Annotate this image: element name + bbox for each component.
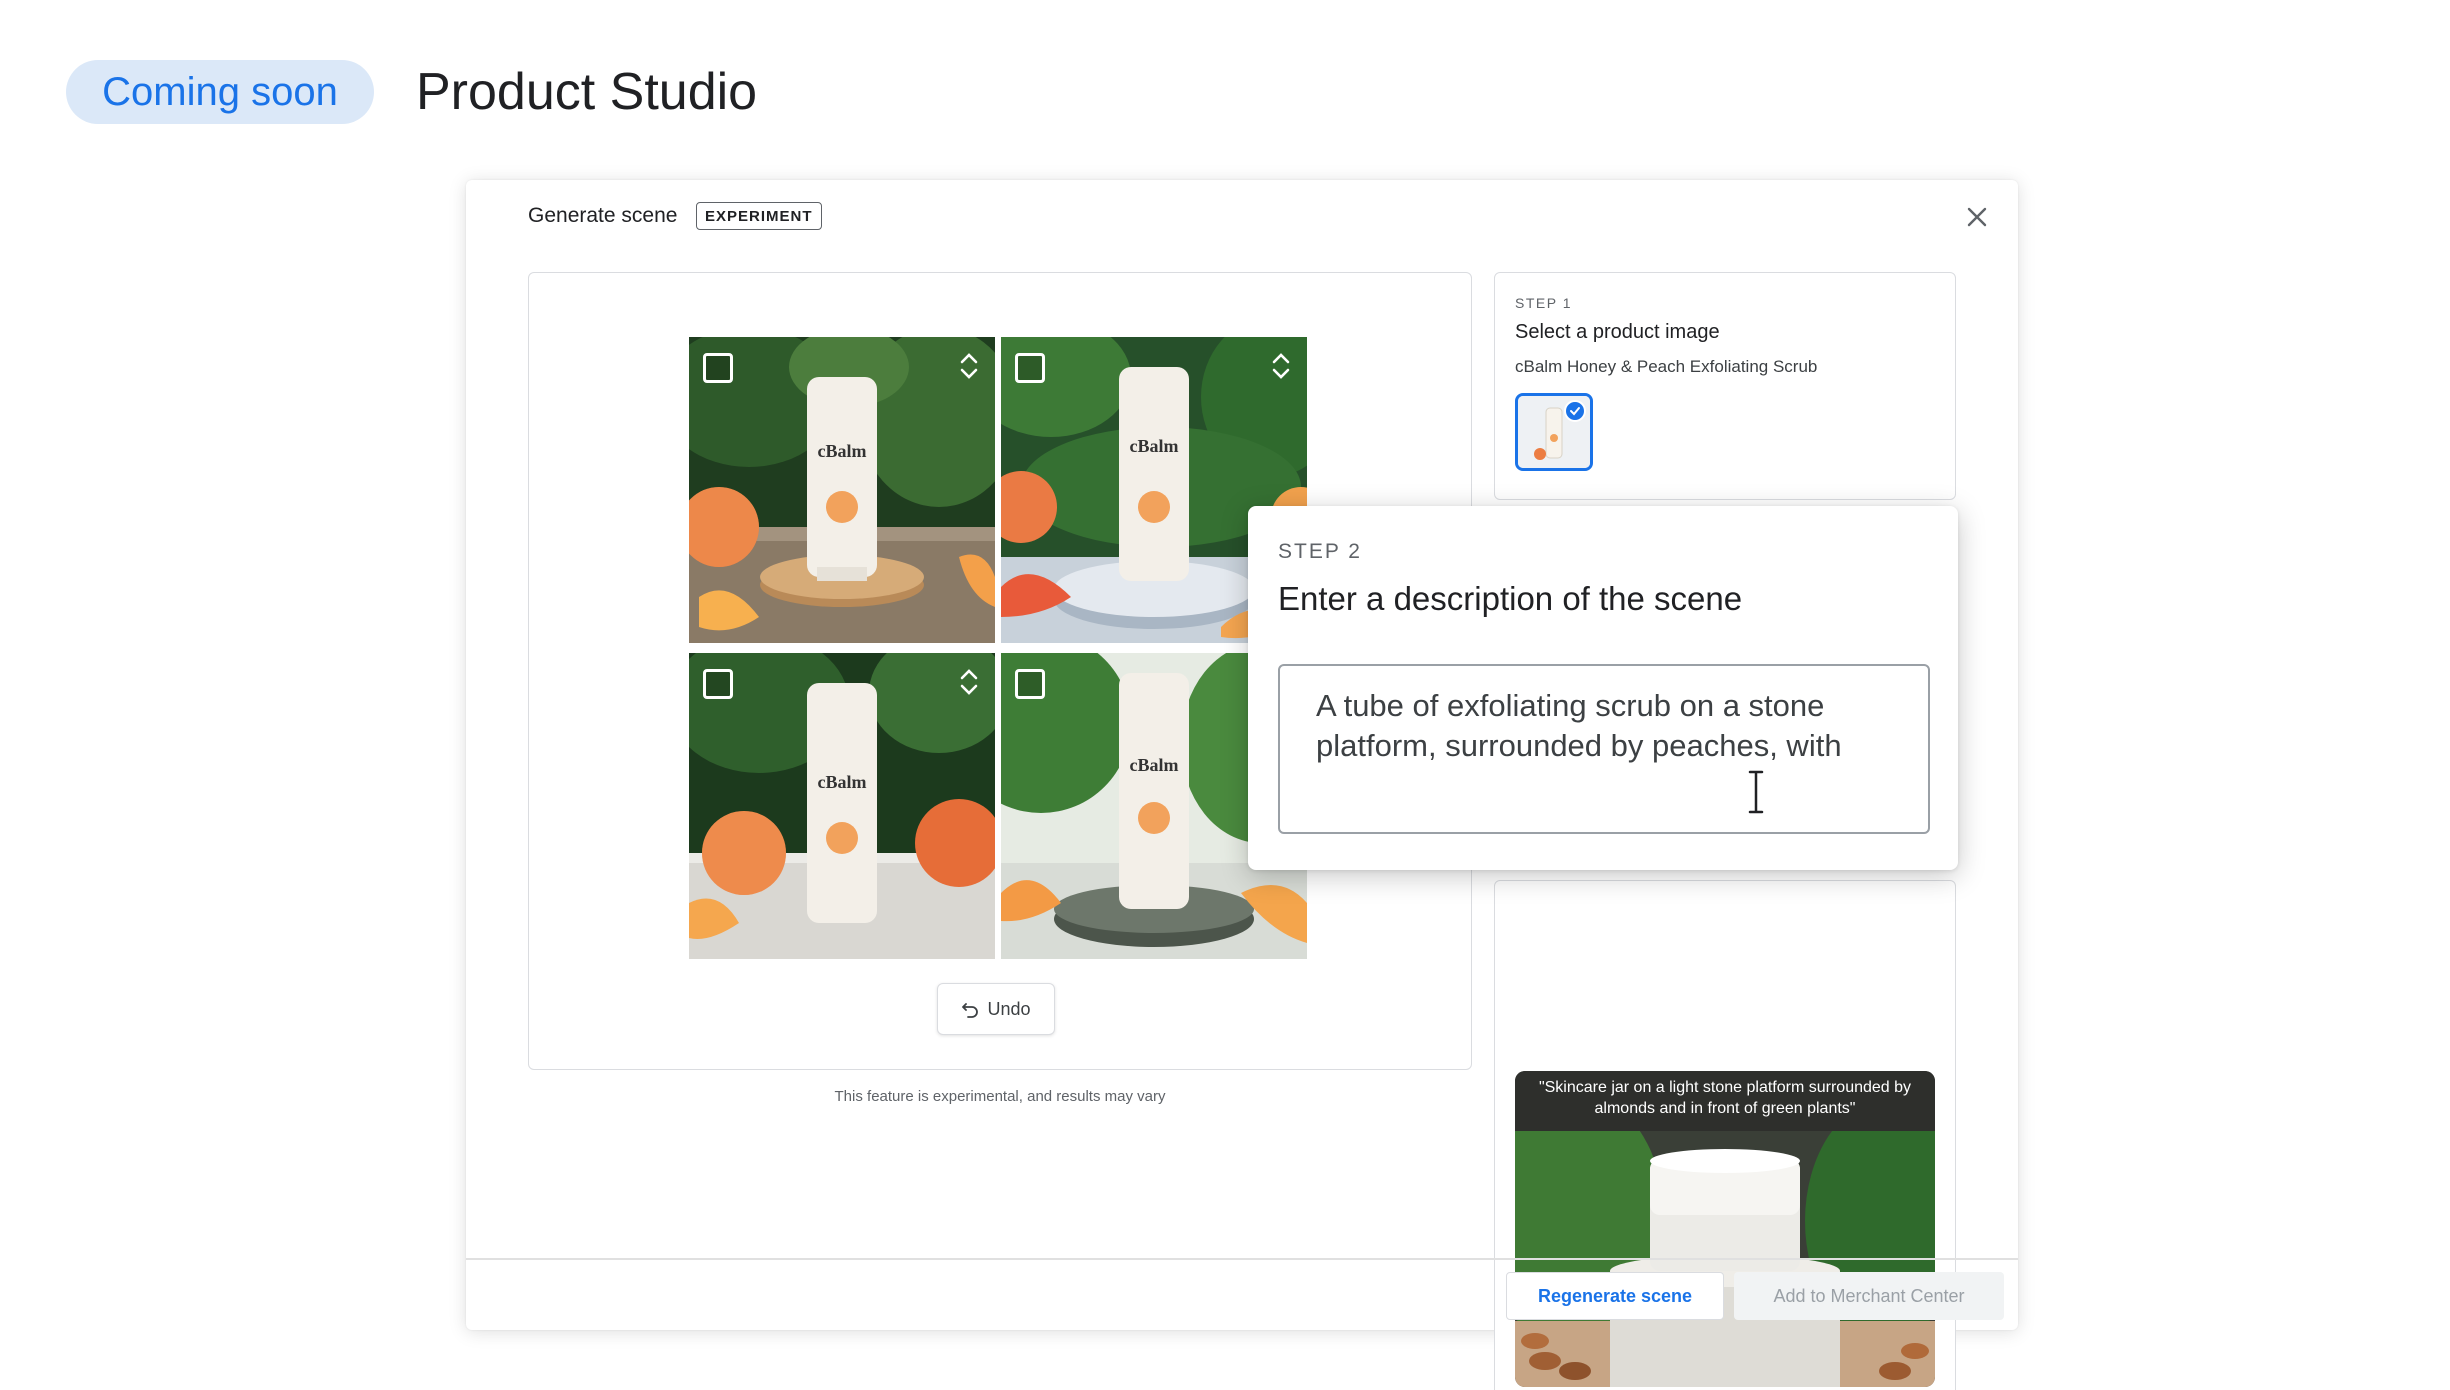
step1-label: STEP 1 — [1515, 295, 1572, 311]
page-title: Product Studio — [416, 63, 758, 121]
generated-image-tile[interactable]: cBalm — [689, 337, 995, 643]
product-scene-image: cBalm — [689, 337, 995, 643]
expand-icon[interactable] — [1267, 349, 1295, 383]
product-scene-image: cBalm — [689, 653, 995, 959]
image-grid: cBalm cBalm cBalm cBalm — [689, 337, 1307, 959]
step2-label: STEP 2 — [1278, 540, 1362, 563]
text-cursor-icon — [1748, 770, 1764, 814]
step2-title: Enter a description of the scene — [1278, 580, 1743, 617]
generated-image-tile[interactable]: cBalm — [689, 653, 995, 959]
step1-card: STEP 1 Select a product image cBalm Hone… — [1494, 272, 1956, 500]
selected-product-name: cBalm Honey & Peach Exfoliating Scrub — [1515, 357, 1818, 376]
select-checkbox[interactable] — [703, 669, 733, 699]
undo-label: Undo — [987, 998, 1031, 1019]
expand-icon[interactable] — [955, 349, 983, 383]
close-icon — [1967, 207, 1987, 227]
regenerate-scene-button[interactable]: Regenerate scene — [1506, 1272, 1724, 1320]
undo-icon — [962, 1003, 979, 1018]
selected-check-icon — [1564, 400, 1586, 422]
select-checkbox[interactable] — [1015, 669, 1045, 699]
undo-button[interactable]: Undo — [937, 983, 1055, 1035]
select-checkbox[interactable] — [1015, 353, 1045, 383]
brand-label: cBalm — [818, 441, 867, 461]
brand-label: cBalm — [1130, 755, 1179, 775]
experiment-tag: EXPERIMENT — [696, 202, 822, 230]
select-checkbox[interactable] — [703, 353, 733, 383]
scene-description-input[interactable]: A tube of exfoliating scrub on a stone p… — [1278, 664, 1930, 834]
step2-card: STEP 2 Enter a description of the scene … — [1248, 506, 1958, 870]
brand-label: cBalm — [1130, 436, 1179, 456]
dialog-title: Generate scene — [528, 204, 678, 227]
add-to-merchant-center-button[interactable]: Add to Merchant Center — [1734, 1272, 2004, 1320]
example-scene-image: "Skincare jar on a light stone platform … — [1515, 1071, 1935, 1387]
close-button[interactable] — [1962, 202, 1992, 232]
example-caption: "Skincare jar on a light stone platform … — [1538, 1079, 1912, 1117]
footer-divider — [466, 1258, 2018, 1260]
step1-title: Select a product image — [1515, 321, 1720, 343]
experimental-disclaimer: This feature is experimental, and result… — [834, 1088, 1166, 1105]
coming-soon-badge: Coming soon — [66, 60, 374, 124]
product-thumbnail[interactable] — [1515, 393, 1593, 471]
brand-label: cBalm — [818, 772, 867, 792]
expand-icon[interactable] — [955, 665, 983, 699]
